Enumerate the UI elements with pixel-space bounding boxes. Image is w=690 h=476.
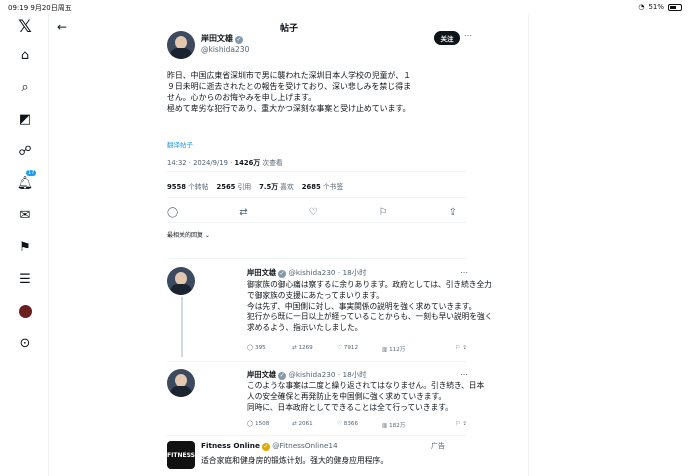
view-count[interactable]: ▥ 182万 bbox=[382, 421, 427, 429]
bookmark-icon[interactable]: ⚐ bbox=[379, 207, 388, 218]
verified-badge-icon: ✓ bbox=[261, 443, 270, 451]
reply-body: 御家族の御心痛は察するに余りあります。政府としては、引き続き全力 で御家族の支援… bbox=[247, 280, 493, 333]
bookmarks-stat[interactable]: 2685 个书签 bbox=[302, 181, 343, 191]
divider bbox=[167, 171, 467, 172]
post-line: 極めて卑劣な犯行であり、重大かつ深刻な事案と受け止めています。 bbox=[167, 104, 411, 113]
ad-avatar[interactable]: FITNESS bbox=[167, 441, 195, 469]
more-options-icon[interactable]: ⋯ bbox=[464, 31, 472, 40]
ad-author-name[interactable]: Fitness Online bbox=[201, 441, 260, 450]
lists-icon[interactable]: ☰ bbox=[16, 270, 34, 288]
thread-line bbox=[181, 297, 183, 357]
view-count: 1426万 bbox=[234, 159, 261, 167]
divider bbox=[167, 435, 467, 436]
author-name[interactable]: 岸田文雄 ✓ bbox=[201, 33, 243, 44]
reply-sort-dropdown[interactable]: 最相关的回复 ⌄ bbox=[167, 230, 210, 239]
more-icon[interactable]: ⊙ bbox=[16, 334, 34, 352]
reply-author-name[interactable]: 岸田文雄 bbox=[247, 268, 276, 277]
post-line: 昨日、中国広東省深圳市で男に襲われた深圳日本人学校の児童が、１ bbox=[167, 71, 412, 80]
divider bbox=[167, 222, 467, 223]
likes-stat[interactable]: 7.5万 喜欢 bbox=[259, 181, 294, 191]
reply-handle-time[interactable]: @kishida230 · 18小时 bbox=[289, 268, 367, 277]
bookmark-icon[interactable]: ⚐ ⇪ bbox=[456, 345, 467, 353]
repost-count[interactable]: ⇄ 2061 bbox=[292, 421, 337, 429]
home-icon[interactable]: ⌂ bbox=[16, 46, 34, 64]
reply-actions: ◯ 1508 ⇄ 2061 ♡ 8366 ▥ 182万 ⚐ ⇪ bbox=[247, 421, 467, 429]
reply-avatar[interactable] bbox=[167, 267, 195, 295]
post-meta: 14:32 · 2024/9/19 · 1426万 次查看 bbox=[167, 159, 283, 167]
ad-handle[interactable]: @FitnessOnline14 bbox=[272, 441, 337, 450]
sidebar: 𝕏 ⌂ ⌕ ◩ ☍ 🔔︎ 17 ✉ ⚑ ☰ ⊙ bbox=[0, 14, 50, 476]
share-icon[interactable]: ⇪ bbox=[449, 207, 457, 218]
view-count[interactable]: ▥ 112万 bbox=[382, 345, 427, 353]
search-icon[interactable]: ⌕ bbox=[16, 78, 34, 96]
follow-button[interactable]: 关注 bbox=[434, 31, 460, 45]
status-time: 09:19 9月20日周五 bbox=[8, 4, 72, 12]
battery-percent: 51% bbox=[648, 3, 664, 11]
like-icon[interactable]: ♡ bbox=[309, 207, 318, 218]
post-line: せん。心からのお悔やみを申し上げます。 bbox=[167, 93, 317, 102]
wifi-icon: ◔ bbox=[638, 3, 645, 11]
battery-icon bbox=[668, 3, 682, 11]
reposts-stat[interactable]: 9558 个转帖 bbox=[167, 181, 208, 191]
reply-more-icon[interactable]: ⋯ bbox=[460, 268, 468, 277]
sidebar-divider bbox=[48, 14, 49, 476]
reply-body: このような事案は二度と繰り返されてはなりません。引き続き、日本 人の安全確保と再… bbox=[247, 381, 485, 412]
x-logo-icon[interactable]: 𝕏 bbox=[16, 17, 34, 37]
ad-header: Fitness Online ✓ @FitnessOnline14 bbox=[201, 441, 338, 451]
bookmark-icon[interactable]: ⚐ ⇪ bbox=[456, 421, 467, 429]
post-line: ９日未明に逝去されたとの報告を受けており、深い悲しみを禁じ得ま bbox=[167, 82, 411, 91]
post-stats: 9558 个转帖 2565 引用 7.5万 喜欢 2685 个书签 bbox=[167, 181, 343, 191]
communities-icon[interactable]: ☍ bbox=[16, 142, 34, 160]
grok-icon[interactable]: ◩ bbox=[16, 110, 34, 128]
author-avatar[interactable] bbox=[167, 31, 195, 59]
status-right: ◔ 51% bbox=[638, 3, 682, 11]
verified-badge-icon: ✓ bbox=[278, 270, 287, 278]
post-body: 昨日、中国広東省深圳市で男に襲われた深圳日本人学校の児童が、１ ９日未明に逝去さ… bbox=[167, 70, 467, 114]
post-actions: ◯ ⇄ ♡ ⚐ ⇪ bbox=[167, 207, 457, 218]
verified-badge-icon: ✓ bbox=[278, 372, 287, 380]
reply-avatar[interactable] bbox=[167, 369, 195, 397]
divider bbox=[167, 197, 467, 198]
messages-icon[interactable]: ✉ bbox=[16, 206, 34, 224]
ad-label: 广告 bbox=[431, 442, 445, 450]
divider bbox=[167, 258, 467, 259]
repost-icon[interactable]: ⇄ bbox=[239, 207, 247, 218]
like-count[interactable]: ♡ 8366 bbox=[337, 421, 382, 429]
verified-badge-icon: ✓ bbox=[235, 36, 243, 44]
author-handle[interactable]: @kishida230 bbox=[201, 45, 249, 54]
notifications-icon[interactable]: 🔔︎ 17 bbox=[16, 170, 37, 192]
reply-author-name[interactable]: 岸田文雄 bbox=[247, 370, 276, 379]
reply-more-icon[interactable]: ⋯ bbox=[460, 370, 468, 379]
reply-header: 岸田文雄 ✓ @kishida230 · 18小时 bbox=[247, 268, 366, 278]
translate-link[interactable]: 翻译帖子 bbox=[167, 139, 193, 149]
status-bar: 09:19 9月20日周五 ◔ 51% bbox=[0, 0, 690, 14]
reply-icon[interactable]: ◯ bbox=[167, 207, 178, 218]
divider bbox=[167, 361, 467, 362]
reply-handle-time[interactable]: @kishida230 · 18小时 bbox=[289, 370, 367, 379]
column-divider bbox=[528, 14, 529, 476]
repost-count[interactable]: ⇄ 1269 bbox=[292, 345, 337, 353]
profile-avatar[interactable] bbox=[16, 302, 34, 320]
notification-badge: 17 bbox=[26, 170, 37, 176]
reply-header: 岸田文雄 ✓ @kishida230 · 18小时 bbox=[247, 370, 366, 380]
reply-actions: ◯ 395 ⇄ 1269 ♡ 7912 ▥ 112万 ⚐ ⇪ bbox=[247, 345, 467, 353]
like-count[interactable]: ♡ 7912 bbox=[337, 345, 382, 353]
reply-count[interactable]: ◯ 1508 bbox=[247, 421, 292, 429]
bookmarks-icon[interactable]: ⚑ bbox=[16, 238, 34, 256]
quotes-stat[interactable]: 2565 引用 bbox=[216, 181, 251, 191]
reply-count[interactable]: ◯ 395 bbox=[247, 345, 292, 353]
ad-body: 适合家庭和健身房的锻炼计划。强大的健身应用程序。 bbox=[201, 456, 389, 465]
